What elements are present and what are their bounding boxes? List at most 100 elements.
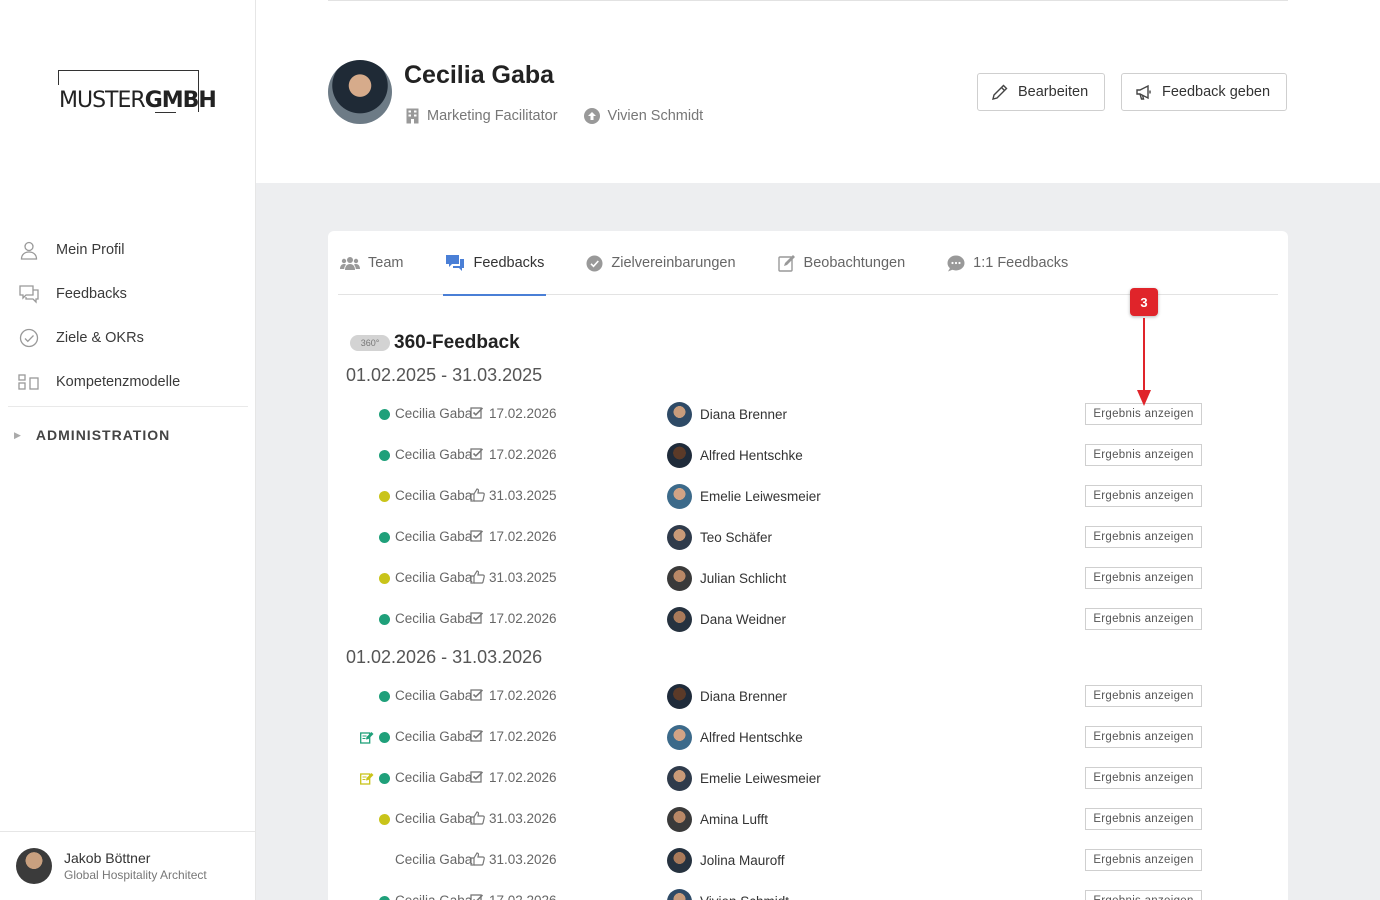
check-circle-icon <box>18 327 40 349</box>
current-user[interactable]: Jakob Böttner Global Hospitality Archite… <box>0 831 255 900</box>
tab-label: Feedbacks <box>473 255 545 271</box>
give-feedback-label: Feedback geben <box>1162 84 1271 100</box>
status-dot <box>379 532 390 543</box>
reviewee-name: Cecilia Gaba <box>395 770 473 785</box>
checkbox-checked-icon <box>470 447 484 461</box>
manager[interactable]: Vivien Schmidt <box>583 108 703 124</box>
sidebar-item-administration[interactable]: ▶ ADMINISTRATION <box>0 407 248 463</box>
profile-header: Cecilia Gaba Marketing Facilitator Vivie… <box>256 0 1380 183</box>
hand-pointing-icon <box>470 488 485 502</box>
due-date: 17.02.2026 <box>489 688 557 703</box>
sidebar-item-label: Kompetenzmodelle <box>56 374 181 390</box>
megaphone-icon <box>1135 83 1153 101</box>
show-result-button[interactable]: Ergebnis anzeigen <box>1085 444 1202 466</box>
reviewer-name: Amina Lufft <box>700 812 769 827</box>
section-title: 360° 360-Feedback <box>350 332 520 354</box>
sidebar-item-label: Ziele & OKRs <box>56 330 144 346</box>
reviewer-name: Emelie Leiwesmeier <box>700 771 821 786</box>
sidebar-item-label: Feedbacks <box>56 286 127 302</box>
show-result-button[interactable]: Ergebnis anzeigen <box>1085 485 1202 507</box>
tab-team[interactable]: Team <box>338 231 405 295</box>
reviewee-name: Cecilia Gaba <box>395 488 473 503</box>
avatar <box>667 402 692 427</box>
reviewee-name: Cecilia Gaba <box>395 529 473 544</box>
sidebar-item-label: Mein Profil <box>56 242 125 258</box>
avatar <box>667 566 692 591</box>
checkbox-checked-icon <box>470 529 484 543</box>
show-result-button[interactable]: Ergebnis anzeigen <box>1085 685 1202 707</box>
status-dot <box>379 691 390 702</box>
status-dot <box>379 896 390 900</box>
show-result-button[interactable]: Ergebnis anzeigen <box>1085 726 1202 748</box>
checkbox-checked-icon <box>470 893 484 900</box>
checkbox-checked-icon <box>470 611 484 625</box>
list-item: Cecilia Gaba 17.02.2026 Alfred Hentschke Er… <box>328 441 1288 471</box>
reviewee-name: Cecilia Gaba <box>395 447 473 462</box>
pencil-icon <box>991 83 1009 101</box>
show-result-button[interactable]: Ergebnis anzeigen <box>1085 890 1202 900</box>
user-name: Jakob Böttner <box>64 850 151 866</box>
user-role: Global Hospitality Architect <box>64 868 207 882</box>
reviewer-name: Jolina Mauroff <box>700 853 785 868</box>
grid-icon <box>18 371 40 393</box>
show-result-button[interactable]: Ergebnis anzeigen <box>1085 849 1202 871</box>
checkbox-checked-icon <box>470 729 484 743</box>
edit-button[interactable]: Bearbeiten <box>977 73 1106 111</box>
list-item: Cecilia Gaba 17.02.2026 Vivien Schmidt Erge… <box>328 887 1288 900</box>
reviewee-name: Cecilia Gaba <box>395 852 473 867</box>
user-icon <box>18 239 40 261</box>
building-icon <box>406 108 419 124</box>
show-result-button[interactable]: Ergebnis anzeigen <box>1085 526 1202 548</box>
tab-beobachtungen[interactable]: Beobachtungen <box>776 231 908 295</box>
sidebar-item-feedbacks[interactable]: Feedbacks <box>0 272 248 316</box>
due-date: 17.02.2026 <box>489 447 557 462</box>
tab-feedbacks[interactable]: Feedbacks <box>443 231 547 296</box>
avatar <box>667 484 692 509</box>
reviewer-name: Diana Brenner <box>700 407 788 422</box>
show-result-button[interactable]: Ergebnis anzeigen <box>1085 808 1202 830</box>
note-edit-icon[interactable] <box>360 772 374 790</box>
sidebar-item-label: ADMINISTRATION <box>35 427 171 443</box>
tab-zielvereinbarungen[interactable]: Zielvereinbarungen <box>584 231 737 295</box>
tab-bar: Team Feedbacks Zielvereinbarungen Beobac… <box>338 231 1278 296</box>
checkbox-checked-icon <box>470 770 484 784</box>
tab-label: 1:1 Feedbacks <box>973 255 1069 271</box>
list-item: Cecilia Gaba 31.03.2026 Amina Lufft Ergebni… <box>328 805 1288 835</box>
avatar <box>667 525 692 550</box>
note-edit-icon[interactable] <box>360 731 374 749</box>
arrow-up-circle-icon <box>583 108 600 124</box>
annotation-arrow <box>1137 318 1151 406</box>
due-date: 31.03.2025 <box>489 488 557 503</box>
reviewee-name: Cecilia Gaba <box>395 570 473 585</box>
list-item: Cecilia Gaba 17.02.2026 Alfred Hentschke Er… <box>328 723 1288 753</box>
sidebar-item-kompetenzmodelle[interactable]: Kompetenzmodelle <box>0 360 248 404</box>
tab-1-1-feedbacks[interactable]: 1:1 Feedbacks <box>945 231 1070 295</box>
speech-icon <box>947 255 965 272</box>
sidebar-nav: Mein Profil Feedbacks Ziele & OKRs Kompe… <box>0 228 248 463</box>
show-result-button[interactable]: Ergebnis anzeigen <box>1085 767 1202 789</box>
reviewer-name: Vivien Schmidt <box>700 894 789 900</box>
give-feedback-button[interactable]: Feedback geben <box>1121 73 1288 111</box>
sidebar-item-ziele-okrs[interactable]: Ziele & OKRs <box>0 316 248 360</box>
sidebar: MUSTERGMBH Mein Profil Feedbacks Ziele &… <box>0 0 256 900</box>
reviewer-name: Alfred Hentschke <box>700 730 803 745</box>
list-item: Cecilia Gaba 31.03.2026 Jolina Mauroff Erge… <box>328 846 1288 876</box>
reviewee-name: Cecilia Gaba <box>395 611 473 626</box>
status-dot <box>379 614 390 625</box>
position: Marketing Facilitator <box>406 108 558 124</box>
edit-icon <box>777 254 796 272</box>
list-item: Cecilia Gaba 17.02.2026 Emelie Leiwesmeier… <box>328 764 1288 794</box>
list-item: Cecilia Gaba 17.02.2026 Teo Schäfer Ergebni… <box>328 523 1288 553</box>
logo-text: MUSTERGMBH <box>59 88 217 113</box>
show-result-button[interactable]: Ergebnis anzeigen <box>1085 567 1202 589</box>
reviewer-name: Teo Schäfer <box>700 530 773 545</box>
hand-pointing-icon <box>470 852 485 866</box>
check-circle-icon <box>586 255 603 272</box>
show-result-button[interactable]: Ergebnis anzeigen <box>1085 608 1202 630</box>
chat-bubbles-icon <box>445 254 465 272</box>
section-title-label: 360-Feedback <box>394 332 520 353</box>
avatar <box>667 443 692 468</box>
company-logo[interactable]: MUSTERGMBH <box>58 70 217 113</box>
sidebar-item-mein-profil[interactable]: Mein Profil <box>0 228 248 272</box>
page-title: Cecilia Gaba <box>404 61 555 89</box>
